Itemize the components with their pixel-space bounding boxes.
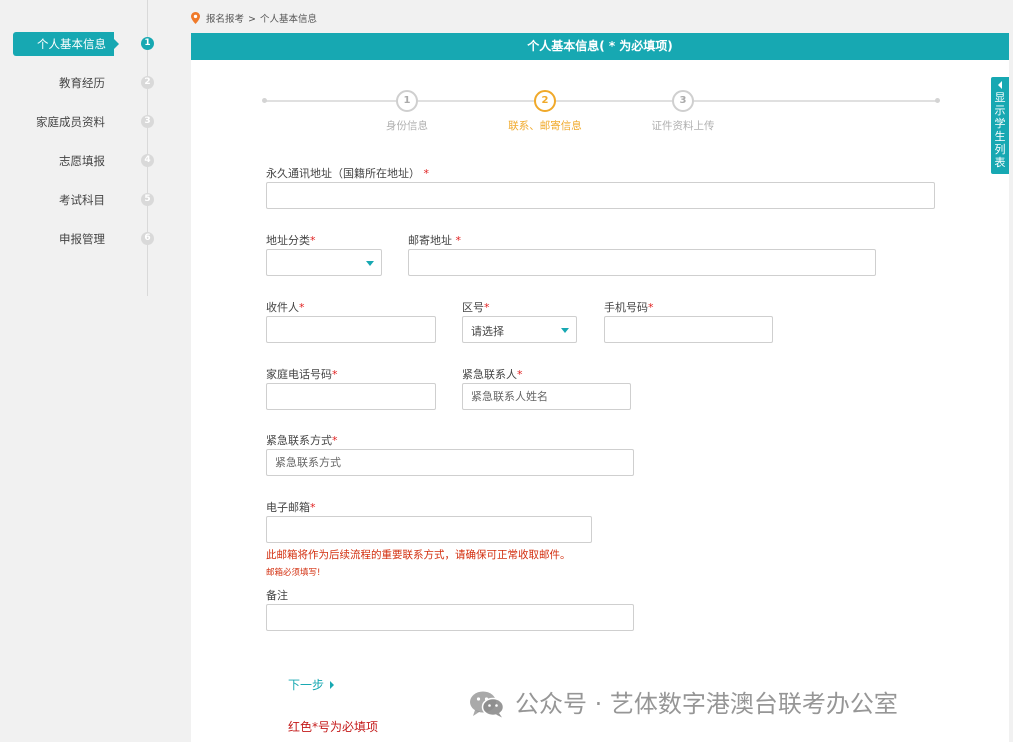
field-label-text: 家庭电话号码 [266,368,332,381]
required-mark: * [648,301,654,314]
address-type-select[interactable] [266,249,382,276]
breadcrumb-current: 个人基本信息 [259,14,317,25]
next-step-button[interactable]: 下一步 [288,676,335,693]
stepper-start-dot [262,98,267,103]
sidebar-item-exam-subjects[interactable]: 考试科目 5 [0,188,175,212]
sidebar-item-label: 家庭成员资料 [36,115,105,129]
sidebar-step-number: 2 [141,76,154,89]
caret-left-icon [998,81,1002,89]
next-step-label: 下一步 [288,678,325,692]
step-number: 2 [534,90,556,112]
email-error: 邮箱必须填写! [266,568,321,578]
remarks-input[interactable] [266,604,634,631]
sidebar-item-education[interactable]: 教育经历 2 [0,71,175,95]
watermark-text: 公众号 · 艺体数字港澳台联考办公室 [515,690,898,718]
required-mark: * [484,301,490,314]
emergency-method-label: 紧急联系方式* [266,432,338,448]
step-number: 3 [672,90,694,112]
required-mark: * [517,368,523,381]
sidebar-item-label: 个人基本信息 [37,37,106,51]
location-pin-icon [191,12,200,27]
breadcrumb: 报名报考 > 个人基本信息 [191,11,317,25]
permanent-address-label: 永久通讯地址（国籍所在地址） * [266,165,429,181]
home-phone-input[interactable] [266,383,436,410]
step-contact[interactable]: 2 联系、邮寄信息 [485,90,605,133]
email-notice: 此邮箱将作为后续流程的重要联系方式，请确保可正常收取邮件。 [266,549,571,561]
sidebar-step-number: 3 [141,115,154,128]
mailing-address-input[interactable] [408,249,876,276]
sidebar-item-label: 教育经历 [59,76,105,90]
show-student-list-tab[interactable]: 显示学生列表 [991,77,1009,174]
step-identity[interactable]: 1 身份信息 [347,90,467,133]
required-mark: * [299,301,305,314]
field-label-text: 手机号码 [604,301,648,314]
home-phone-label: 家庭电话号码* [266,366,338,382]
watermark: 公众号 · 艺体数字港澳台联考办公室 [469,684,898,718]
select-value: 请选择 [471,325,504,338]
required-mark: * [310,234,316,247]
required-mark: * [332,368,338,381]
step-label: 联系、邮寄信息 [508,120,582,132]
sidebar-step-number: 6 [141,232,154,245]
required-footnote: 红色*号为必填项 [288,720,379,734]
email-input[interactable] [266,516,592,543]
recipient-input[interactable] [266,316,436,343]
field-label-text: 地址分类 [266,234,310,247]
chevron-down-icon [561,328,569,333]
recipient-label: 收件人* [266,299,305,315]
field-label-text: 永久通讯地址（国籍所在地址） [266,167,420,180]
sidebar-nav: 个人基本信息 1 教育经历 2 家庭成员资料 3 志愿填报 4 考试科目 5 申… [0,0,175,742]
side-tab-label: 显示学生列表 [994,91,1006,169]
sidebar-item-label: 申报管理 [59,232,105,246]
panel-title: 个人基本信息( * 为必填项) [191,33,1009,60]
caret-right-icon [330,681,335,689]
sidebar-step-number: 4 [141,154,154,167]
required-mark: * [423,167,430,180]
stepper-end-dot [935,98,940,103]
required-mark: * [332,434,338,447]
mobile-label: 手机号码* [604,299,654,315]
sidebar-item-family[interactable]: 家庭成员资料 3 [0,110,175,134]
mailing-address-label: 邮寄地址 * [408,232,461,248]
step-number: 1 [396,90,418,112]
required-mark: * [455,234,462,247]
field-label-text: 电子邮箱 [266,501,310,514]
breadcrumb-separator: > [248,14,256,25]
sidebar-item-personal-info[interactable]: 个人基本信息 1 [0,32,175,56]
address-type-label: 地址分类* [266,232,316,248]
field-label-text: 收件人 [266,301,299,314]
sidebar-step-number: 5 [141,193,154,206]
sidebar-item-label: 志愿填报 [59,154,105,168]
area-code-label: 区号* [462,299,490,315]
permanent-address-input[interactable] [266,182,935,209]
step-documents[interactable]: 3 证件资料上传 [623,90,743,133]
wechat-icon [469,690,505,724]
sidebar-item-application-management[interactable]: 申报管理 6 [0,227,175,251]
field-label-text: 邮寄地址 [408,234,452,247]
required-mark: * [310,501,316,514]
sidebar-item-label: 考试科目 [59,193,105,207]
area-code-select[interactable]: 请选择 [462,316,577,343]
sidebar-item-preferences[interactable]: 志愿填报 4 [0,149,175,173]
remarks-label: 备注 [266,589,288,602]
field-label-text: 紧急联系方式 [266,434,332,447]
emergency-contact-label: 紧急联系人* [462,366,523,382]
chevron-down-icon [366,261,374,266]
emergency-method-input[interactable] [266,449,634,476]
breadcrumb-parent[interactable]: 报名报考 [206,14,244,25]
mobile-input[interactable] [604,316,773,343]
sidebar-step-number: 1 [141,37,154,50]
step-label: 证件资料上传 [651,120,715,132]
email-label: 电子邮箱* [266,499,316,515]
progress-stepper: 1 身份信息 2 联系、邮寄信息 3 证件资料上传 [262,90,940,132]
emergency-contact-input[interactable] [462,383,631,410]
step-label: 身份信息 [386,120,428,132]
field-label-text: 区号 [462,301,484,314]
field-label-text: 紧急联系人 [462,368,517,381]
